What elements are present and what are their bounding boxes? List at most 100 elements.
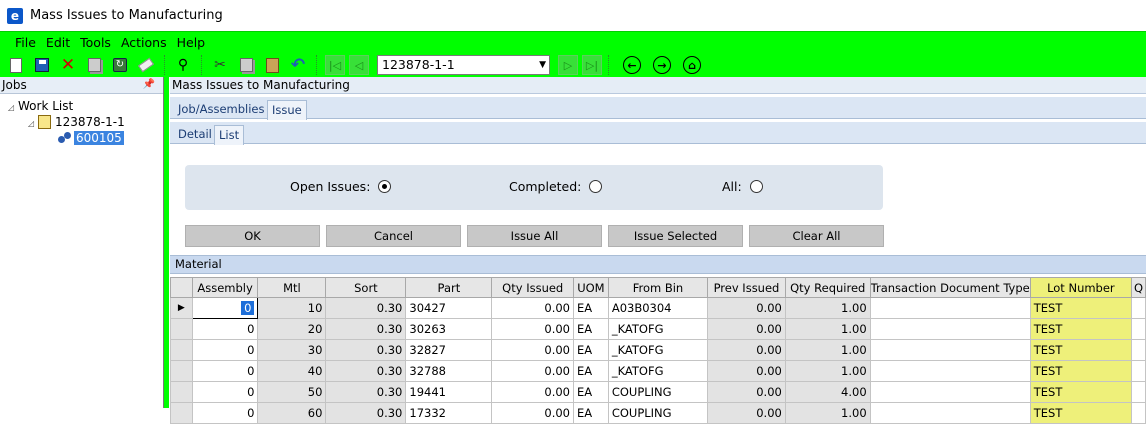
part-cell[interactable]: 19441: [405, 381, 493, 403]
new-button[interactable]: [6, 55, 26, 75]
qty-issued-cell[interactable]: 0.00: [491, 402, 574, 424]
lot-number-cell[interactable]: TEST: [1029, 297, 1133, 319]
column-header[interactable]: Lot Number: [1029, 277, 1133, 298]
transaction-doc-type-cell[interactable]: [869, 297, 1031, 319]
table-row[interactable]: ▶ 0 10 0.30 30427 0.00 EA A03B0304 0.00 1.00 TEST: [170, 297, 1146, 319]
all-radio[interactable]: [749, 180, 763, 193]
delete-button[interactable]: ✕: [58, 55, 78, 75]
menu-help[interactable]: Help: [172, 34, 211, 52]
forward-button[interactable]: →: [653, 56, 671, 74]
from-bin-cell[interactable]: _KATOFG: [607, 318, 709, 340]
from-bin-cell[interactable]: _KATOFG: [607, 360, 709, 382]
copy-record-button[interactable]: [84, 55, 104, 75]
qty-issued-cell[interactable]: 0.00: [491, 297, 574, 319]
open-issues-radio[interactable]: [378, 180, 392, 193]
undo-button[interactable]: ↶: [288, 55, 308, 75]
issue-selected-button[interactable]: Issue Selected: [608, 225, 743, 247]
pin-icon[interactable]: 📌: [143, 77, 155, 93]
assembly-cell[interactable]: 0: [191, 297, 259, 319]
row-indicator[interactable]: [170, 360, 193, 382]
clear-all-button[interactable]: Clear All: [749, 225, 884, 247]
search-button[interactable]: ⚲: [173, 55, 193, 75]
qty-issued-cell[interactable]: 0.00: [491, 339, 574, 361]
uom-cell[interactable]: EA: [572, 381, 609, 403]
menu-tools[interactable]: Tools: [75, 34, 116, 52]
transaction-doc-type-cell[interactable]: [869, 318, 1031, 340]
from-bin-cell[interactable]: COUPLING: [607, 381, 709, 403]
transaction-doc-type-cell[interactable]: [869, 381, 1031, 403]
next-record-button[interactable]: ▷: [558, 55, 578, 75]
table-row[interactable]: 0 40 0.30 32788 0.00 EA _KATOFG 0.00 1.00 TEST: [170, 360, 1146, 382]
home-button[interactable]: ⌂: [683, 56, 701, 74]
lot-number-cell[interactable]: TEST: [1029, 339, 1133, 361]
menu-actions[interactable]: Actions: [116, 34, 172, 52]
column-header[interactable]: Mtl: [257, 277, 327, 298]
back-button[interactable]: ←: [623, 56, 641, 74]
part-cell[interactable]: 30263: [405, 318, 493, 340]
ok-button[interactable]: OK: [185, 225, 320, 247]
tree-item-job[interactable]: ◿ 123878-1-1: [28, 115, 125, 129]
transaction-doc-type-cell[interactable]: [869, 360, 1031, 382]
from-bin-cell[interactable]: _KATOFG: [607, 339, 709, 361]
column-header[interactable]: UOM: [572, 277, 609, 298]
part-cell[interactable]: 30427: [405, 297, 493, 319]
part-cell[interactable]: 17332: [405, 402, 493, 424]
part-cell[interactable]: 32788: [405, 360, 493, 382]
column-header[interactable]: Sort: [325, 277, 407, 298]
column-header[interactable]: Transaction Document Type: [869, 277, 1031, 298]
cut-button[interactable]: ✂: [210, 55, 230, 75]
tree-item-assembly[interactable]: 600105: [58, 131, 124, 145]
cancel-button[interactable]: Cancel: [326, 225, 461, 247]
lot-number-cell[interactable]: TEST: [1029, 402, 1133, 424]
paste-button[interactable]: [262, 55, 282, 75]
row-indicator[interactable]: [170, 381, 193, 403]
job-selector[interactable]: 123878-1-1 ▼: [377, 55, 550, 75]
uom-cell[interactable]: EA: [572, 402, 609, 424]
from-bin-cell[interactable]: COUPLING: [607, 402, 709, 424]
option-completed[interactable]: Completed:: [509, 179, 603, 194]
tab-issue[interactable]: Issue: [267, 100, 307, 120]
column-header[interactable]: Part: [405, 277, 493, 298]
clear-button[interactable]: [136, 55, 156, 75]
lot-number-cell[interactable]: TEST: [1029, 318, 1133, 340]
option-open-issues[interactable]: Open Issues:: [290, 179, 392, 194]
table-row[interactable]: 0 60 0.30 17332 0.00 EA COUPLING 0.00 1.00 TEST: [170, 402, 1146, 424]
table-row[interactable]: 0 20 0.30 30263 0.00 EA _KATOFG 0.00 1.00 TEST: [170, 318, 1146, 340]
column-header[interactable]: Qty Issued: [491, 277, 574, 298]
transaction-doc-type-cell[interactable]: [869, 339, 1031, 361]
assembly-cell[interactable]: 0: [191, 360, 259, 382]
issue-all-button[interactable]: Issue All: [467, 225, 602, 247]
tab-list[interactable]: List: [214, 125, 245, 145]
assembly-cell[interactable]: 0: [191, 381, 259, 403]
row-indicator[interactable]: ▶: [170, 297, 193, 319]
previous-record-button[interactable]: ◁: [349, 55, 369, 75]
lot-number-cell[interactable]: TEST: [1029, 381, 1133, 403]
column-header[interactable]: Qty Required: [784, 277, 871, 298]
uom-cell[interactable]: EA: [572, 297, 609, 319]
part-cell[interactable]: 32827: [405, 339, 493, 361]
column-header[interactable]: Prev Issued: [707, 277, 786, 298]
lot-number-cell[interactable]: TEST: [1029, 360, 1133, 382]
transaction-doc-type-cell[interactable]: [869, 402, 1031, 424]
menu-file[interactable]: File: [15, 34, 41, 52]
uom-cell[interactable]: EA: [572, 339, 609, 361]
uom-cell[interactable]: EA: [572, 360, 609, 382]
tab-detail[interactable]: Detail: [174, 125, 216, 145]
uom-cell[interactable]: EA: [572, 318, 609, 340]
save-button[interactable]: [32, 55, 52, 75]
first-record-button[interactable]: |◁: [325, 55, 345, 75]
refresh-button[interactable]: ↻: [110, 55, 130, 75]
column-header[interactable]: Q: [1131, 277, 1146, 298]
assembly-cell[interactable]: 0: [191, 318, 259, 340]
menu-edit[interactable]: Edit: [41, 34, 75, 52]
qty-issued-cell[interactable]: 0.00: [491, 381, 574, 403]
assembly-cell[interactable]: 0: [191, 339, 259, 361]
panel-splitter[interactable]: [164, 77, 169, 408]
copy-button[interactable]: [236, 55, 256, 75]
table-row[interactable]: 0 50 0.30 19441 0.00 EA COUPLING 0.00 4.00 TEST: [170, 381, 1146, 403]
column-header[interactable]: From Bin: [607, 277, 709, 298]
tree-item-work-list[interactable]: ◿ Work List: [8, 99, 73, 113]
completed-radio[interactable]: [589, 180, 603, 193]
row-indicator[interactable]: [170, 339, 193, 361]
qty-issued-cell[interactable]: 0.00: [491, 318, 574, 340]
